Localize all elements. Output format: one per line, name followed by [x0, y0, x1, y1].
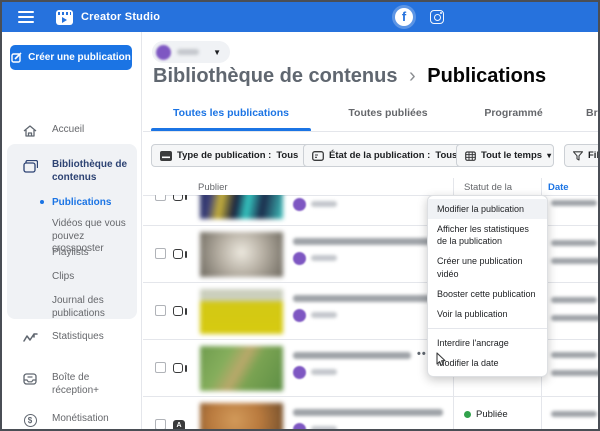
- hamburger-menu-icon[interactable]: [18, 11, 34, 23]
- create-publication-button[interactable]: Créer une publication: [10, 45, 132, 70]
- menu-item-modifier-la-publication[interactable]: Modifier la publication: [428, 199, 547, 220]
- funnel-icon: [573, 150, 583, 161]
- menu-item-creer-une-publication-video[interactable]: Créer une publication vidéo: [428, 251, 547, 283]
- post-thumbnail-blurred: [200, 232, 283, 277]
- main-content: ▼ Bibliothèque de contenus › Publication…: [143, 32, 598, 429]
- date-value-blurred: [551, 315, 598, 321]
- creator-studio-logo-icon: [56, 9, 73, 25]
- post-thumbnail-blurred: [200, 195, 283, 219]
- creator-studio-window: Creator Studio f Créer une publication A…: [0, 0, 600, 431]
- column-header-date[interactable]: Date: [548, 182, 569, 193]
- stats-icon: [22, 330, 38, 346]
- author-name-blurred: [311, 312, 337, 318]
- tab-programme[interactable]: Programmé: [461, 107, 566, 119]
- sidebar: Créer une publication Accueil Bibliothèq…: [2, 32, 142, 429]
- post-thumbnail-blurred: [200, 346, 283, 391]
- text-post-icon: A: [173, 420, 185, 429]
- page-avatar: [156, 44, 171, 60]
- date-value-blurred: [551, 200, 597, 206]
- post-thumbnail-blurred: [200, 403, 283, 429]
- menu-item-interdire-ancrage[interactable]: Interdire l'ancrage: [428, 333, 547, 353]
- calendar-icon: [465, 150, 476, 161]
- home-icon: [22, 123, 38, 139]
- table-row[interactable]: A Publiée: [143, 397, 598, 429]
- column-header-publier[interactable]: Publier: [198, 182, 228, 193]
- page-selector[interactable]: ▼: [152, 41, 230, 63]
- author-name-blurred: [311, 369, 337, 375]
- facebook-icon: f: [395, 8, 413, 26]
- facebook-platform-toggle[interactable]: f: [392, 5, 416, 29]
- date-value-blurred: [551, 240, 597, 246]
- date-value-blurred: [551, 258, 598, 264]
- filter-button[interactable]: Filtre: [564, 144, 598, 167]
- post-type-filter-icon: [160, 150, 172, 161]
- post-thumbnail-blurred: [200, 289, 283, 334]
- tab-toutes-les-publications[interactable]: Toutes les publications: [151, 107, 311, 119]
- tab-toutes-publiees[interactable]: Toutes publiées: [328, 107, 448, 119]
- author-name-blurred: [311, 426, 337, 429]
- post-title-blurred: [293, 295, 443, 302]
- post-title-blurred: [293, 352, 411, 359]
- filter-type-publication[interactable]: Type de publication : Tous ▾: [151, 144, 319, 167]
- tabs-divider: [143, 131, 598, 132]
- author-avatar: [293, 252, 306, 265]
- date-value-blurred: [551, 297, 597, 303]
- row-checkbox[interactable]: [155, 248, 166, 259]
- author-avatar: [293, 309, 306, 322]
- video-post-icon: [173, 363, 188, 373]
- page-name-blurred: [177, 49, 199, 55]
- menu-item-booster-cette-publication[interactable]: Booster cette publication: [428, 284, 547, 304]
- breadcrumb-parent[interactable]: Bibliothèque de contenus: [153, 65, 397, 87]
- column-header-statut[interactable]: Statut de la: [464, 182, 512, 193]
- inbox-icon: [22, 371, 38, 387]
- post-state-filter-icon: [312, 150, 324, 161]
- topbar: Creator Studio f: [2, 2, 598, 32]
- post-title-blurred: [293, 409, 443, 416]
- video-post-icon: [173, 249, 188, 259]
- date-value-blurred: [551, 370, 598, 376]
- published-status-dot-icon: [464, 411, 471, 418]
- video-post-icon: [173, 306, 188, 316]
- row-checkbox[interactable]: [155, 305, 166, 316]
- row-checkbox[interactable]: [155, 195, 166, 201]
- breadcrumb: Bibliothèque de contenus › Publications: [153, 65, 546, 88]
- video-post-icon: [173, 195, 188, 201]
- filter-etat-publication[interactable]: État de la publication : Tous ▾: [303, 144, 478, 167]
- filter-tout-le-temps[interactable]: Tout le temps ▾: [456, 144, 554, 167]
- row-checkbox[interactable]: [155, 419, 166, 429]
- author-avatar: [293, 423, 306, 429]
- status-badge: Publiée: [464, 409, 508, 420]
- date-value-blurred: [551, 352, 597, 358]
- breadcrumb-separator: ›: [409, 65, 416, 87]
- post-title-blurred: [293, 238, 443, 245]
- monetization-dollar-icon: $: [22, 412, 38, 428]
- menu-item-afficher-les-statistiques[interactable]: Afficher les statistiques de la publicat…: [428, 219, 547, 251]
- chevron-down-icon: ▼: [213, 47, 221, 57]
- author-avatar: [293, 366, 306, 379]
- menu-divider: [428, 327, 547, 329]
- tab-brouillons[interactable]: Brou: [586, 107, 598, 119]
- page-title: Publications: [427, 65, 547, 87]
- instagram-icon[interactable]: [430, 10, 444, 24]
- chevron-down-icon: ▾: [547, 151, 552, 160]
- menu-item-modifier-la-date[interactable]: Modifier la date: [428, 353, 547, 373]
- app-title: Creator Studio: [81, 11, 161, 23]
- content-library-icon: [22, 158, 38, 174]
- post-actions-context-menu: Modifier la publication Afficher les sta…: [427, 195, 548, 378]
- author-name-blurred: [311, 255, 337, 261]
- author-avatar: [293, 198, 306, 211]
- row-checkbox[interactable]: [155, 362, 166, 373]
- date-value-blurred: [551, 411, 597, 417]
- menu-item-voir-la-publication[interactable]: Voir la publication: [428, 304, 547, 324]
- compose-icon: [11, 52, 22, 63]
- author-name-blurred: [311, 201, 337, 207]
- active-bullet-icon: [40, 200, 44, 204]
